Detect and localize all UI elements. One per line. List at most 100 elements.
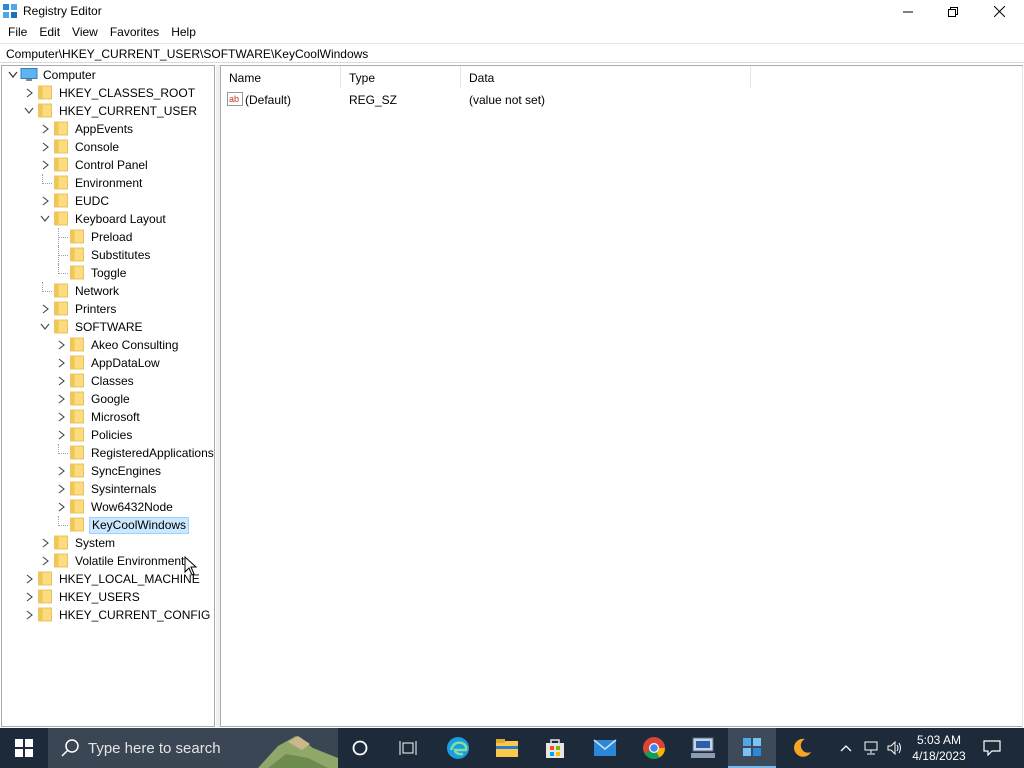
tree-node[interactable]: Substitutes: [2, 246, 214, 264]
tree-node[interactable]: Control Panel: [2, 156, 214, 174]
tree-node-label[interactable]: System: [73, 536, 117, 551]
taskbar-clock[interactable]: 5:03 AM 4/18/2023: [908, 732, 970, 764]
tree-node-label[interactable]: HKEY_CURRENT_USER: [57, 104, 199, 119]
tree-node-label[interactable]: EUDC: [73, 194, 111, 209]
tree-node-label[interactable]: Environment: [73, 176, 144, 191]
column-header-data[interactable]: Data: [461, 66, 751, 88]
tree-node[interactable]: AppDataLow: [2, 354, 214, 372]
menu-favorites[interactable]: Favorites: [104, 23, 165, 42]
notification-center-button[interactable]: [976, 728, 1008, 768]
network-tray-button[interactable]: [860, 728, 882, 768]
minimize-button[interactable]: [885, 0, 931, 23]
tree-node[interactable]: Environment: [2, 174, 214, 192]
tree-node-label[interactable]: SOFTWARE: [73, 320, 145, 335]
tree-node-label[interactable]: Printers: [73, 302, 118, 317]
tree-node-label[interactable]: RegisteredApplications: [89, 446, 214, 461]
start-button[interactable]: [0, 728, 48, 768]
chevron-right-icon[interactable]: [56, 357, 66, 369]
remote-desktop-button[interactable]: [679, 728, 727, 768]
tree-node-label[interactable]: Control Panel: [73, 158, 150, 173]
night-light-button[interactable]: [778, 728, 826, 768]
tree-node[interactable]: Google: [2, 390, 214, 408]
chevron-right-icon[interactable]: [56, 465, 66, 477]
title-bar[interactable]: Registry Editor: [0, 0, 1024, 23]
chevron-right-icon[interactable]: [56, 375, 66, 387]
tree-node[interactable]: Microsoft: [2, 408, 214, 426]
values-list[interactable]: Name Type Data ab (Default) REG_SZ (valu…: [220, 65, 1023, 728]
tree-node-label[interactable]: Classes: [89, 374, 136, 389]
tree-node-label[interactable]: Computer: [41, 68, 98, 83]
chevron-down-icon[interactable]: [24, 105, 34, 117]
tree-node[interactable]: Network: [2, 282, 214, 300]
chevron-right-icon[interactable]: [56, 501, 66, 513]
cortana-button[interactable]: [336, 728, 384, 768]
menu-file[interactable]: File: [2, 23, 33, 42]
file-explorer-button[interactable]: [483, 728, 531, 768]
tree-node-label[interactable]: Keyboard Layout: [73, 212, 168, 227]
tree-node[interactable]: Preload: [2, 228, 214, 246]
chrome-button[interactable]: [630, 728, 678, 768]
chevron-down-icon[interactable]: [8, 69, 18, 81]
column-header-type[interactable]: Type: [341, 66, 461, 88]
chevron-right-icon[interactable]: [40, 555, 50, 567]
tree-node[interactable]: Volatile Environment: [2, 552, 214, 570]
tree-node-label[interactable]: Volatile Environment: [73, 554, 186, 569]
chevron-right-icon[interactable]: [24, 573, 34, 585]
tree-node[interactable]: RegisteredApplications: [2, 444, 214, 462]
column-header-name[interactable]: Name: [221, 66, 341, 88]
tree-node[interactable]: HKEY_USERS: [2, 588, 214, 606]
tree-node[interactable]: HKEY_CURRENT_CONFIG: [2, 606, 214, 624]
tree-node[interactable]: HKEY_CURRENT_USER: [2, 102, 214, 120]
tree-node-label[interactable]: Network: [73, 284, 121, 299]
tree-node-label[interactable]: Microsoft: [89, 410, 142, 425]
tree-node-label[interactable]: HKEY_USERS: [57, 590, 142, 605]
tree-node[interactable]: Keyboard Layout: [2, 210, 214, 228]
volume-tray-button[interactable]: [884, 728, 906, 768]
chevron-down-icon[interactable]: [40, 321, 50, 333]
chevron-right-icon[interactable]: [24, 591, 34, 603]
tree-node-label[interactable]: Toggle: [89, 266, 128, 281]
tree-node[interactable]: KeyCoolWindows: [2, 516, 214, 534]
chevron-right-icon[interactable]: [40, 159, 50, 171]
address-path[interactable]: Computer\HKEY_CURRENT_USER\SOFTWARE\KeyC…: [6, 47, 368, 61]
tree-node[interactable]: SyncEngines: [2, 462, 214, 480]
tree-node[interactable]: Classes: [2, 372, 214, 390]
chevron-right-icon[interactable]: [40, 123, 50, 135]
tree-node-label[interactable]: Sysinternals: [89, 482, 158, 497]
tree-node-label[interactable]: Policies: [89, 428, 134, 443]
tree-node[interactable]: AppEvents: [2, 120, 214, 138]
chevron-right-icon[interactable]: [56, 411, 66, 423]
chevron-right-icon[interactable]: [56, 483, 66, 495]
tree-node[interactable]: EUDC: [2, 192, 214, 210]
tree-node-label[interactable]: Substitutes: [89, 248, 152, 263]
registry-editor-taskbar-button[interactable]: [728, 728, 776, 768]
menu-help[interactable]: Help: [165, 23, 202, 42]
tree-node[interactable]: HKEY_CLASSES_ROOT: [2, 84, 214, 102]
close-button[interactable]: [976, 0, 1022, 23]
edge-button[interactable]: [434, 728, 482, 768]
tree-node-label[interactable]: AppEvents: [73, 122, 135, 137]
tree-node-label[interactable]: SyncEngines: [89, 464, 163, 479]
chevron-down-icon[interactable]: [40, 213, 50, 225]
menu-edit[interactable]: Edit: [33, 23, 66, 42]
tree-node-label[interactable]: Google: [89, 392, 132, 407]
tree-node-label[interactable]: Akeo Consulting: [89, 338, 180, 353]
tree-node-computer[interactable]: Computer: [2, 66, 214, 84]
tree-node[interactable]: HKEY_LOCAL_MACHINE: [2, 570, 214, 588]
tree-node[interactable]: System: [2, 534, 214, 552]
show-hidden-icons-button[interactable]: [836, 728, 856, 768]
chevron-right-icon[interactable]: [40, 195, 50, 207]
tree-node[interactable]: SOFTWARE: [2, 318, 214, 336]
chevron-right-icon[interactable]: [24, 609, 34, 621]
chevron-right-icon[interactable]: [40, 303, 50, 315]
chevron-right-icon[interactable]: [56, 429, 66, 441]
chevron-right-icon[interactable]: [40, 141, 50, 153]
list-row[interactable]: ab (Default) REG_SZ (value not set): [221, 90, 781, 110]
chevron-right-icon[interactable]: [56, 393, 66, 405]
chevron-right-icon[interactable]: [40, 537, 50, 549]
tree-node[interactable]: Policies: [2, 426, 214, 444]
tree-node-label[interactable]: Wow6432Node: [89, 500, 175, 515]
store-button[interactable]: [531, 728, 579, 768]
tree-node[interactable]: Sysinternals: [2, 480, 214, 498]
tree-node[interactable]: Toggle: [2, 264, 214, 282]
